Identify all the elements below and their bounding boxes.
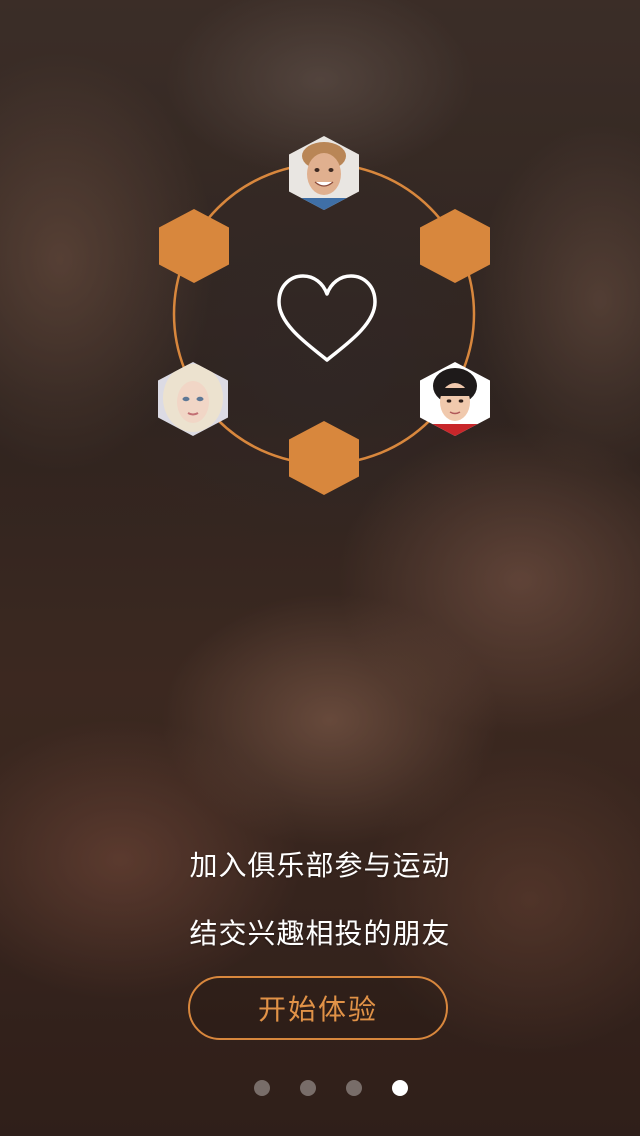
- page-dot-2[interactable]: [300, 1080, 316, 1096]
- page-dot-1[interactable]: [254, 1080, 270, 1096]
- page-dot-4-active[interactable]: [392, 1080, 408, 1096]
- tagline-line-2: 结交兴趣相投的朋友: [189, 917, 451, 950]
- avatar-young-man-icon: [420, 362, 490, 436]
- hex-shape-icon: [420, 209, 490, 283]
- avatar-woman-icon: [158, 362, 228, 436]
- hex-placeholder-bottom: [289, 421, 359, 495]
- hex-shape-icon: [289, 421, 359, 495]
- avatar-man-icon: [289, 136, 359, 210]
- hex-placeholder-upper-left: [159, 209, 229, 283]
- avatar-hex-lower-right[interactable]: [420, 362, 490, 436]
- heart-outline-icon: [277, 274, 377, 362]
- tagline-line-1: 加入俱乐部参与运动: [189, 849, 451, 882]
- avatar-hex-top[interactable]: [289, 136, 359, 210]
- page-dot-3[interactable]: [346, 1080, 362, 1096]
- hex-placeholder-upper-right: [420, 209, 490, 283]
- onboarding-screen: 加入俱乐部参与运动 结交兴趣相投的朋友 开始体验: [0, 0, 640, 1136]
- avatar-hex-lower-left[interactable]: [158, 362, 228, 436]
- hex-shape-icon: [159, 209, 229, 283]
- page-indicator: [0, 1080, 640, 1098]
- start-experience-button[interactable]: 开始体验: [188, 976, 448, 1040]
